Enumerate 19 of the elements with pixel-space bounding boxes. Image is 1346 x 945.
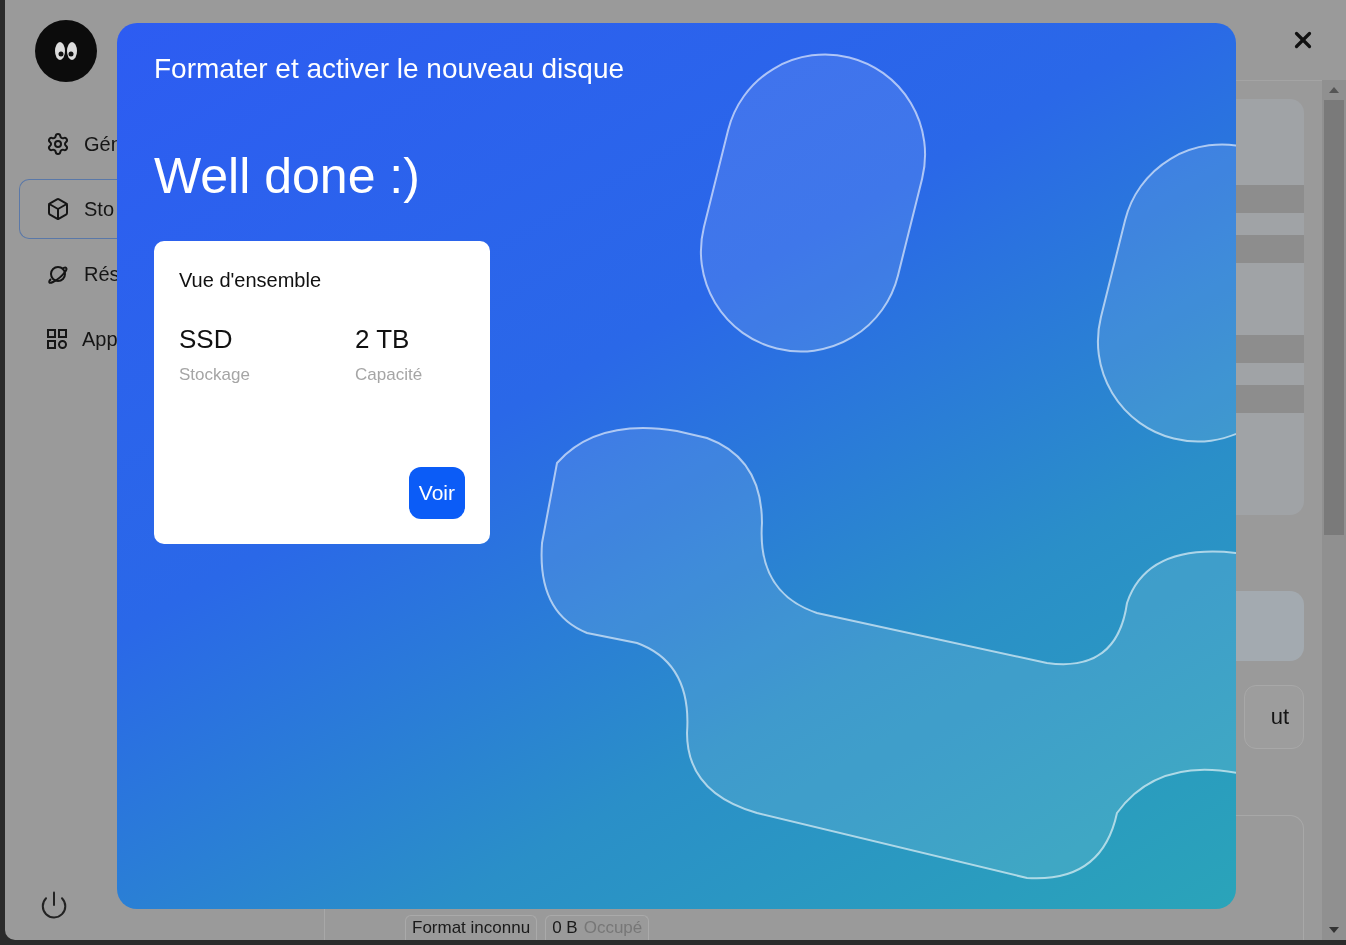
chip-value: 0 B [552, 918, 578, 938]
stat-label: Capacité [355, 365, 424, 385]
stat-value: SSD [179, 324, 234, 355]
view-button[interactable]: Voir [408, 467, 465, 519]
stat-label: Stockage [179, 365, 251, 385]
sidebar-item[interactable]: App [19, 309, 129, 369]
success-heading: Well done :) [154, 147, 421, 205]
scrollbar[interactable] [1322, 80, 1346, 940]
stat-value: 2 TB [355, 324, 411, 355]
cube-icon [46, 197, 70, 221]
scroll-up-icon[interactable] [1328, 86, 1340, 94]
action-button[interactable]: ut [1243, 685, 1304, 749]
power-icon[interactable] [39, 890, 69, 920]
card-title: Vue d'ensemble [179, 269, 323, 292]
settings-icon [46, 132, 70, 156]
modal-title: Formater et activer le nouveau disque [154, 53, 626, 85]
grid-icon [46, 328, 68, 350]
scroll-down-icon[interactable] [1328, 926, 1340, 934]
chip-value: Format inconnu [412, 918, 531, 938]
